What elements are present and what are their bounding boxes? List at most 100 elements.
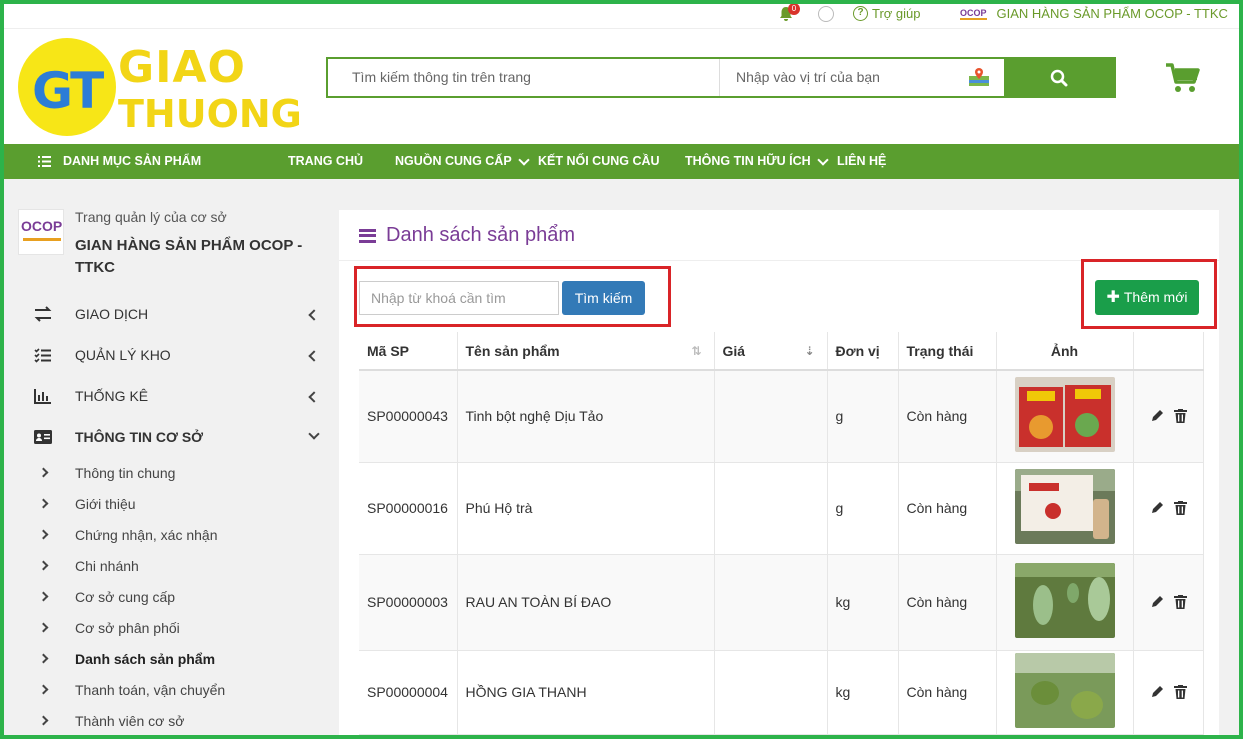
chevron-right-icon <box>38 560 49 571</box>
cell-price <box>714 650 828 735</box>
sidebar-item-label: QUẢN LÝ KHO <box>75 347 171 363</box>
site-search-input[interactable]: Tìm kiếm thông tin trên trang <box>328 59 720 96</box>
chevron-right-icon <box>38 622 49 633</box>
cart-icon[interactable] <box>1164 62 1200 94</box>
id-card-icon <box>34 430 52 444</box>
add-product-button[interactable]: ✚ Thêm mới <box>1095 280 1199 315</box>
cell-actions <box>1133 462 1204 555</box>
delete-icon[interactable] <box>1173 595 1187 609</box>
product-image[interactable] <box>1014 469 1115 544</box>
sidebar-subitem-label: Chứng nhận, xác nhận <box>75 527 218 543</box>
nav-suppliers[interactable]: NGUỒN CUNG CẤP <box>395 144 530 179</box>
table-row: SP00000003 RAU AN TOÀN BÍ ĐAO kg Còn hàn… <box>359 554 1204 651</box>
cell-unit: g <box>827 370 899 463</box>
cell-name: Phú Hộ trà <box>457 462 715 555</box>
shop-name: GIAN HÀNG SẢN PHẨM OCOP - TTKC <box>996 6 1228 21</box>
sidebar-subitem[interactable]: Thông tin chung <box>4 461 334 487</box>
shop-avatar: OCOP <box>18 209 64 255</box>
keyword-search-input[interactable]: Nhập từ khoá cần tìm <box>359 281 559 315</box>
sidebar-item-business-info[interactable]: THÔNG TIN CƠ SỞ <box>4 423 334 453</box>
transfer-icon <box>34 306 52 322</box>
column-header-name[interactable]: Tên sản phẩm ⇅ <box>457 332 715 371</box>
main-nav: DANH MỤC SẢN PHẨM TRANG CHỦ NGUỒN CUNG C… <box>4 144 1239 179</box>
sidebar-subitem-label: Thanh toán, vận chuyển <box>75 682 226 698</box>
help-icon: ? <box>853 6 868 21</box>
nav-catalog[interactable]: DANH MỤC SẢN PHẨM <box>38 144 201 179</box>
column-header-unit[interactable]: Đơn vị <box>827 332 899 371</box>
edit-icon[interactable] <box>1150 685 1164 699</box>
product-image[interactable] <box>1014 653 1115 728</box>
map-pin-icon[interactable] <box>968 67 990 87</box>
location-input[interactable]: Nhập vào vị trí của bạn <box>720 59 1004 96</box>
chevron-right-icon <box>38 684 49 695</box>
sidebar-item-inventory[interactable]: QUẢN LÝ KHO <box>4 341 334 371</box>
cell-image <box>996 554 1134 651</box>
sidebar-subitem-label: Cơ sở phân phối <box>75 620 180 636</box>
divider <box>339 260 1219 261</box>
cell-image <box>996 462 1134 555</box>
plus-icon: ✚ <box>1106 289 1120 306</box>
cell-code: SP00000016 <box>359 462 458 555</box>
column-header-image: Ảnh <box>996 332 1134 371</box>
column-header-price[interactable]: Giá ⇣ <box>714 332 828 371</box>
product-image[interactable] <box>1014 563 1115 638</box>
sidebar-subitem[interactable]: Thanh toán, vận chuyển <box>4 678 334 704</box>
sidebar-item-transactions[interactable]: GIAO DỊCH <box>4 300 334 330</box>
sidebar-subitem-label: Cơ sở cung cấp <box>75 589 176 605</box>
nav-home[interactable]: TRANG CHỦ <box>288 144 363 179</box>
checklist-icon <box>34 348 51 363</box>
column-header-code[interactable]: Mã SP <box>359 332 458 371</box>
trend-icon[interactable] <box>818 6 834 22</box>
column-header-status[interactable]: Trạng thái <box>898 332 997 371</box>
sidebar-item-label: THỐNG KÊ <box>75 388 149 404</box>
sidebar-subitem[interactable]: Cơ sở phân phối <box>4 616 334 642</box>
search-button[interactable] <box>1004 59 1114 96</box>
cell-price <box>714 462 828 555</box>
nav-info[interactable]: THÔNG TIN HỮU ÍCH <box>685 144 829 179</box>
edit-icon[interactable] <box>1150 501 1164 515</box>
nav-contact[interactable]: LIÊN HỆ <box>837 144 886 179</box>
edit-icon[interactable] <box>1150 409 1164 423</box>
chevron-down-icon <box>308 428 320 440</box>
cell-image <box>996 650 1134 735</box>
edit-icon[interactable] <box>1150 595 1164 609</box>
cell-price <box>714 554 828 651</box>
help-link[interactable]: ? Trợ giúp <box>853 6 921 21</box>
logo-word-2: THUONG <box>118 92 302 136</box>
delete-icon[interactable] <box>1173 409 1187 424</box>
cell-unit: kg <box>827 650 899 735</box>
add-product-label: Thêm mới <box>1123 289 1188 305</box>
bar-chart-icon <box>34 389 51 404</box>
cell-status: Còn hàng <box>898 650 997 735</box>
sidebar-subitem[interactable]: Chứng nhận, xác nhận <box>4 523 334 549</box>
sidebar-subitem-label: Chi nhánh <box>75 558 139 574</box>
help-label: Trợ giúp <box>872 6 921 21</box>
utility-bar: 0 ? Trợ giúp OCOP GIAN HÀNG SẢN PHẨM OCO… <box>4 3 1239 29</box>
header: GT GIAO THUONG Tìm kiếm thông tin trên t… <box>4 30 1239 144</box>
sort-desc-icon: ⇣ <box>804 344 815 358</box>
sidebar-subitem[interactable]: Chi nhánh <box>4 554 334 580</box>
column-header-label: Tên sản phẩm <box>465 342 560 359</box>
cell-status: Còn hàng <box>898 370 997 463</box>
location-placeholder: Nhập vào vị trí của bạn <box>736 69 880 85</box>
cell-price <box>714 370 828 463</box>
sidebar-item-statistics[interactable]: THỐNG KÊ <box>4 382 334 412</box>
search-icon <box>1050 69 1068 86</box>
cell-unit: g <box>827 462 899 555</box>
sidebar-subitem[interactable]: Cơ sở cung cấp <box>4 585 334 611</box>
sidebar-subitem-products[interactable]: Danh sách sản phẩm <box>4 647 334 673</box>
shop-link[interactable]: OCOP GIAN HÀNG SẢN PHẨM OCOP - TTKC <box>960 6 1228 21</box>
sidebar-subitem[interactable]: Thành viên cơ sở <box>4 709 334 735</box>
keyword-search-button[interactable]: Tìm kiếm <box>562 281 645 315</box>
product-table: Mã SP Tên sản phẩm ⇅ Giá ⇣ Đơn vị Trạng th… <box>359 332 1204 735</box>
product-image[interactable] <box>1014 377 1115 453</box>
table-row: SP00000043 Tinh bột nghệ Dịu Tảo g Còn h… <box>359 370 1204 463</box>
site-logo[interactable]: GT GIAO THUONG <box>18 38 302 138</box>
nav-connect[interactable]: KẾT NỐI CUNG CẦU <box>538 144 660 179</box>
sidebar-subitem[interactable]: Giới thiệu <box>4 492 334 518</box>
sidebar-item-label: GIAO DỊCH <box>75 306 149 322</box>
logo-word-1: GIAO <box>118 42 246 93</box>
delete-icon[interactable] <box>1173 685 1187 699</box>
delete-icon[interactable] <box>1173 501 1187 515</box>
nav-info-label: THÔNG TIN HỮU ÍCH <box>685 154 811 168</box>
